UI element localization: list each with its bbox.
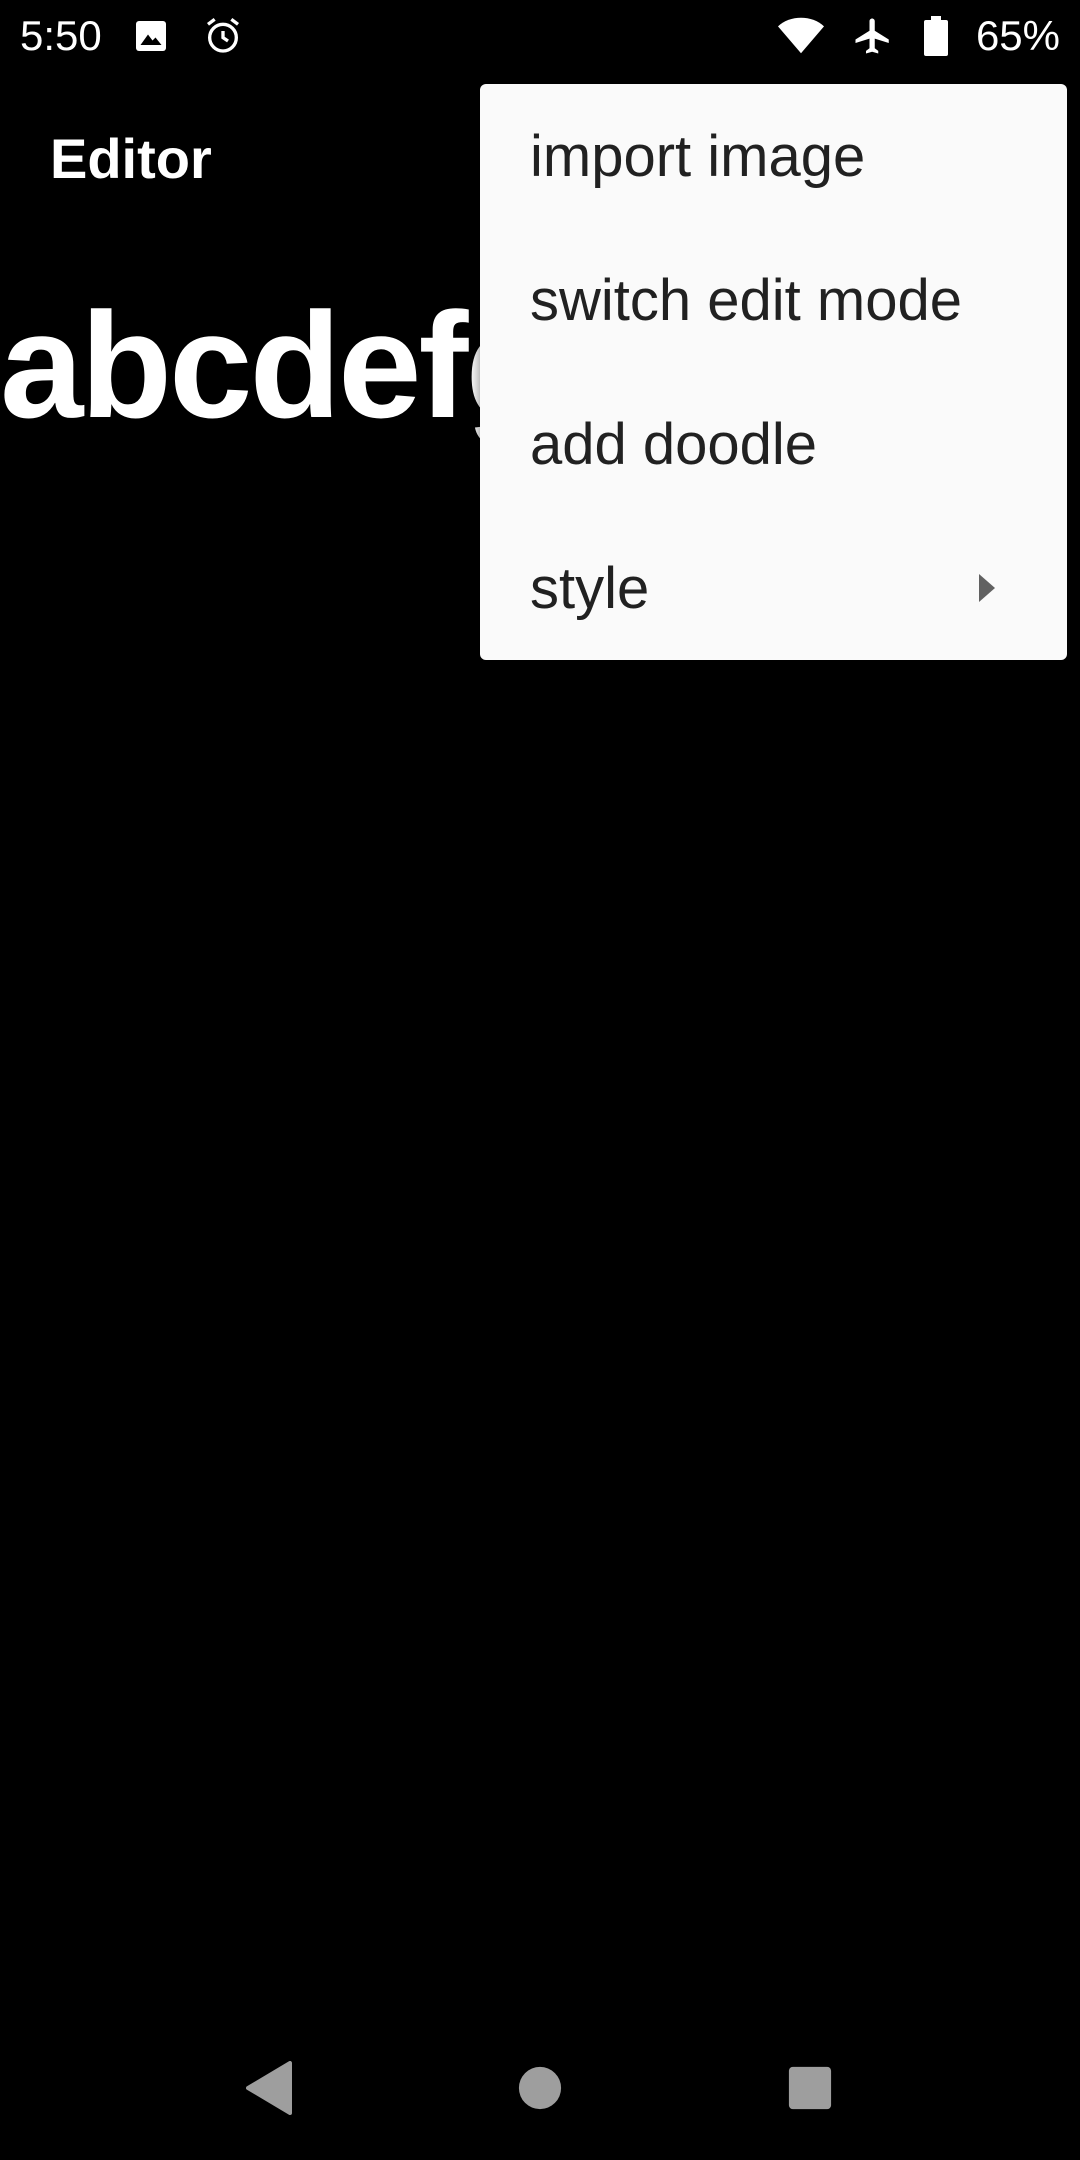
submenu-arrow-icon <box>979 574 995 602</box>
status-bar-right: 65% <box>777 12 1060 60</box>
menu-item-label: switch edit mode <box>530 267 962 333</box>
page-title: Editor <box>50 127 212 190</box>
airplane-icon <box>850 13 896 59</box>
home-icon[interactable] <box>500 2048 580 2128</box>
menu-item-style[interactable]: style <box>480 516 1067 660</box>
navigation-bar <box>0 2016 1080 2160</box>
overflow-menu: import image switch edit mode add doodle… <box>480 84 1067 660</box>
menu-item-import-image[interactable]: import image <box>480 84 1067 228</box>
wifi-icon <box>777 13 824 59</box>
editor-screen: 5:50 65% Editor abcdefg import image swi… <box>0 0 1080 2160</box>
menu-item-label: style <box>530 555 650 621</box>
battery-icon <box>922 13 950 59</box>
status-bar: 5:50 65% <box>0 0 1080 72</box>
image-icon <box>128 13 174 59</box>
status-time: 5:50 <box>20 12 102 59</box>
menu-item-add-doodle[interactable]: add doodle <box>480 372 1067 516</box>
menu-item-label: add doodle <box>530 411 818 477</box>
battery-percent: 65% <box>975 12 1060 59</box>
alarm-icon <box>200 13 246 59</box>
menu-item-label: import image <box>530 123 866 189</box>
status-bar-left: 5:50 <box>20 12 246 60</box>
editor-content[interactable]: abcdefg <box>0 280 557 450</box>
menu-item-switch-edit-mode[interactable]: switch edit mode <box>480 228 1067 372</box>
recents-icon[interactable] <box>770 2048 850 2128</box>
back-icon[interactable] <box>230 2048 310 2128</box>
